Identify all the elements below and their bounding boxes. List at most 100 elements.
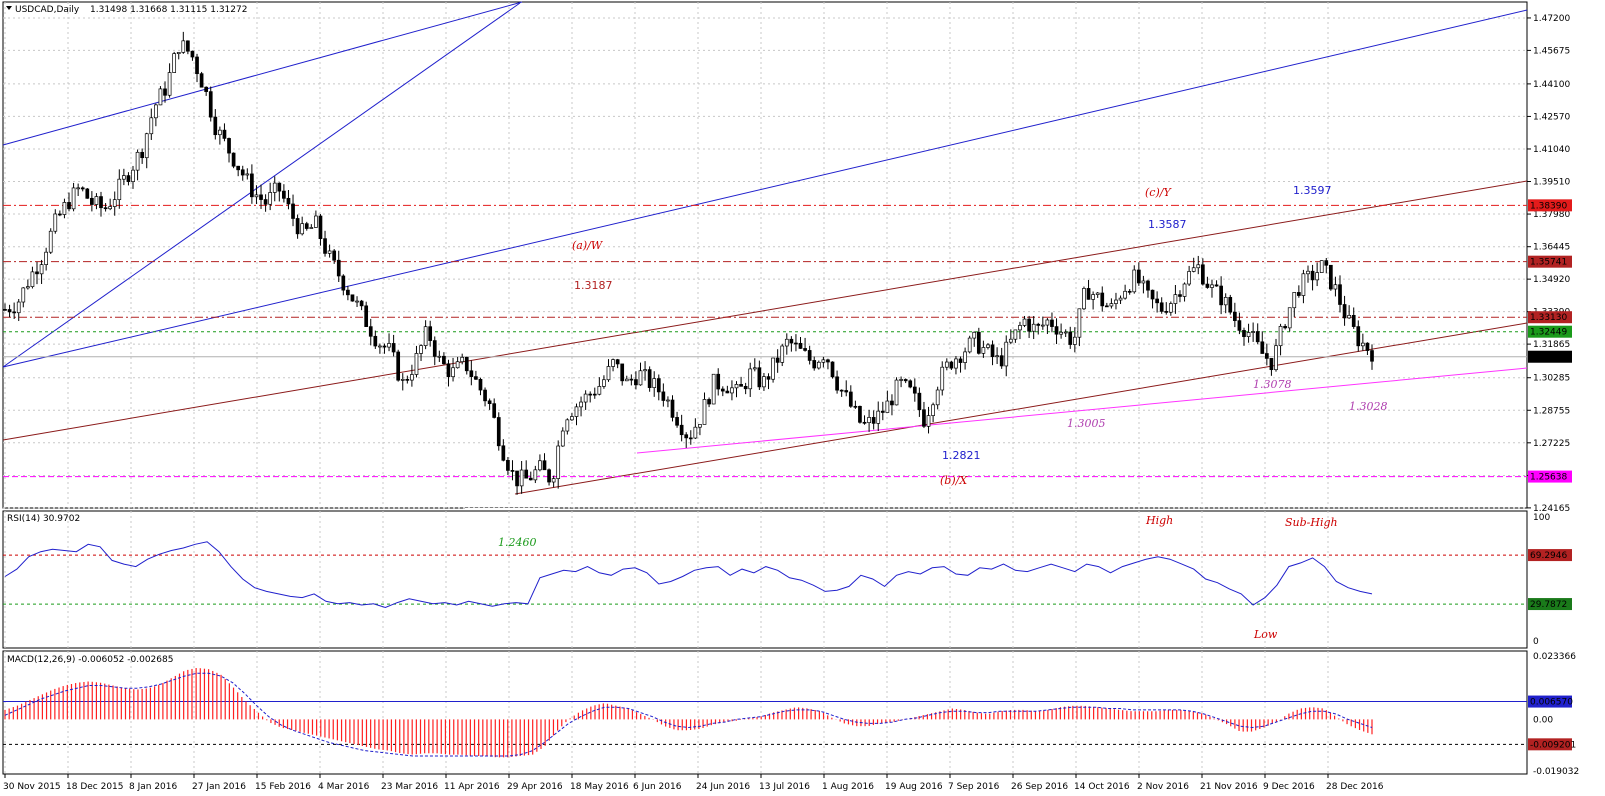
candle-body <box>634 379 638 386</box>
candle-body <box>670 399 675 418</box>
candle-body <box>1351 315 1356 327</box>
candle-body <box>16 301 21 314</box>
candle-body <box>528 477 533 481</box>
candle-body <box>1082 288 1086 310</box>
price-tick-label: 1.47200 <box>1533 14 1570 24</box>
candle-body <box>7 309 12 313</box>
candle-body <box>1283 325 1287 329</box>
candle-body <box>963 351 967 363</box>
candle-body <box>716 373 721 390</box>
candle-body <box>579 401 583 408</box>
candle-body <box>62 202 67 215</box>
rsi-tick-label: 0 <box>1533 637 1539 647</box>
candle-body <box>272 182 277 193</box>
candle-body <box>1050 319 1054 327</box>
time-tick-label: 26 Sep 2016 <box>1011 782 1068 792</box>
time-tick-label: 14 Oct 2016 <box>1074 782 1130 792</box>
candle-body <box>1306 270 1310 275</box>
time-tick-label: 11 Apr 2016 <box>444 782 500 792</box>
candle-body <box>624 378 629 382</box>
price-tick-label: 1.31865 <box>1533 340 1570 350</box>
ohlc-label: 1.31498 1.31668 1.31115 1.31272 <box>90 5 247 15</box>
candle-body <box>259 194 263 200</box>
candle-body <box>739 384 743 387</box>
candle-body <box>1200 264 1205 285</box>
candle-body <box>1141 280 1146 284</box>
candle-body <box>1342 304 1347 319</box>
candle-body <box>986 344 990 348</box>
candle-body <box>1072 336 1077 345</box>
candle-body <box>1255 331 1260 343</box>
time-tick-label: 8 Jan 2016 <box>129 782 177 792</box>
candle-body <box>1168 303 1173 313</box>
candle-body <box>336 259 341 277</box>
candle-body <box>592 393 597 396</box>
candle-body <box>762 376 766 388</box>
candle-body <box>158 88 163 106</box>
time-tick-label: 28 Dec 2016 <box>1326 782 1384 792</box>
candle-body <box>725 390 730 394</box>
price-level-label: 1.38390 <box>1530 201 1567 211</box>
macd-tick-label: 0.00 <box>1533 715 1553 725</box>
candle-body <box>954 358 958 369</box>
candle-body <box>400 379 405 381</box>
candle-body <box>277 182 282 192</box>
candle-body <box>853 405 858 408</box>
time-tick-label: 29 Apr 2016 <box>507 782 563 792</box>
candle-body <box>789 338 794 344</box>
price-axis: 1.47200 1.45675 1.44100 1.42570 1.41040 1.395… <box>1527 14 1572 514</box>
candle-body <box>1018 325 1022 331</box>
candle-body <box>1022 318 1027 326</box>
candle-body <box>931 404 935 416</box>
annotation-12460: 1.2460 <box>498 536 537 549</box>
candle-body <box>80 187 85 190</box>
candle-body <box>766 376 771 380</box>
candle-body <box>218 129 222 136</box>
candle-body <box>391 343 396 353</box>
candle-body <box>1274 345 1278 371</box>
chart-canvas: (a)/W 1.3187 (c)/Y 1.3587 1.3597 1.2821 … <box>0 0 1605 796</box>
candle-body <box>711 373 716 405</box>
candle-body <box>506 459 510 471</box>
candle-body <box>469 370 474 377</box>
time-tick-label: 7 Sep 2016 <box>948 782 1000 792</box>
candle-body <box>1196 264 1201 269</box>
candle-body <box>309 227 314 229</box>
candle-body <box>414 353 419 375</box>
candle-body <box>204 86 209 92</box>
candle-body <box>1054 326 1059 335</box>
price-tick-label: 1.41040 <box>1533 145 1570 155</box>
symbol-label: USDCAD,Daily <box>15 5 80 15</box>
candle-body <box>30 271 35 287</box>
candle-body <box>967 337 972 353</box>
candle-body <box>1251 331 1255 333</box>
candle-body <box>1278 325 1283 347</box>
macd-tick-label: -0.019032 <box>1533 767 1579 777</box>
candle-body <box>172 53 177 73</box>
candle-body <box>734 384 739 389</box>
price-level-label: 1.32449 <box>1530 328 1567 338</box>
candle-body <box>867 417 871 424</box>
candle-body <box>71 187 76 210</box>
candle-body <box>574 406 579 417</box>
candle-body <box>213 116 218 136</box>
candle-body <box>378 345 382 348</box>
candle-body <box>588 393 593 396</box>
candle-body <box>3 308 7 311</box>
candle-body <box>606 366 611 381</box>
candle-body <box>26 286 30 289</box>
candle-body <box>483 389 487 402</box>
candle-body <box>1214 284 1219 287</box>
candle-body <box>314 215 318 228</box>
candle-body <box>190 50 195 58</box>
price-level-label: 1.25638 <box>1530 473 1567 483</box>
candle-body <box>1301 273 1306 296</box>
candle-body <box>597 386 602 395</box>
candle-body <box>615 359 620 365</box>
time-tick-label: 15 Feb 2016 <box>255 782 311 792</box>
rsi-label-high: High <box>1145 514 1173 527</box>
rsi-label-subhigh: Sub-High <box>1285 516 1338 529</box>
candle-body <box>944 361 949 368</box>
rsi-label-low: Low <box>1253 628 1278 641</box>
candle-body <box>1329 264 1333 290</box>
